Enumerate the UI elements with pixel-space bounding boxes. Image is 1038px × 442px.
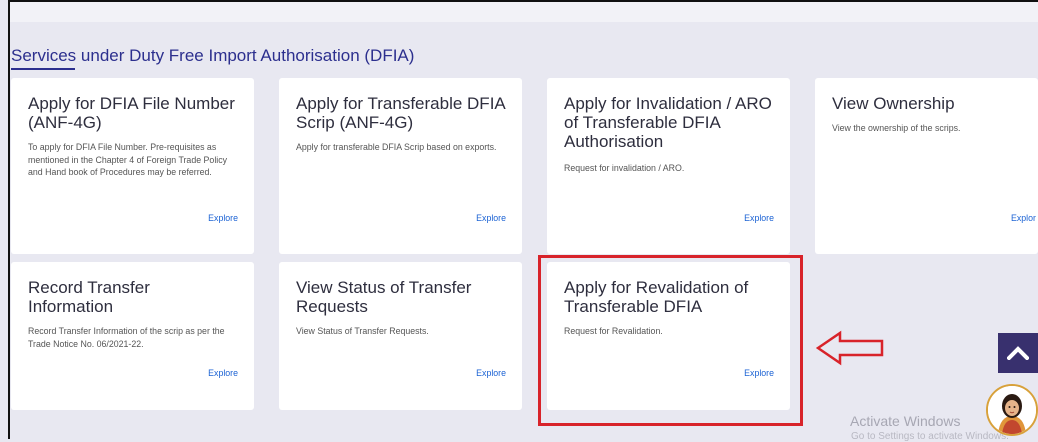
card-record-transfer-information[interactable]: Record Transfer Information Record Trans… — [11, 262, 254, 410]
explore-link[interactable]: Explore — [476, 368, 506, 378]
card-view-ownership[interactable]: View Ownership View the ownership of the… — [815, 78, 1038, 254]
card-title: Apply for Invalidation / ARO of Transfer… — [564, 94, 772, 151]
card-description: View Status of Transfer Requests. — [296, 326, 429, 336]
card-view-status-transfer-requests[interactable]: View Status of Transfer Requests View St… — [279, 262, 522, 410]
activate-windows-subtext: Go to Settings to activate Windows. — [851, 431, 1009, 442]
card-title: View Ownership — [832, 94, 955, 113]
section-title-underline — [11, 68, 75, 70]
highlight-box — [538, 255, 803, 426]
explore-link[interactable]: Explore — [208, 368, 238, 378]
card-apply-transferable-dfia-scrip[interactable]: Apply for Transferable DFIA Scrip (ANF-4… — [279, 78, 522, 254]
arrow-left-icon — [815, 330, 886, 371]
card-apply-invalidation-aro[interactable]: Apply for Invalidation / ARO of Transfer… — [547, 78, 790, 254]
card-description: Record Transfer Information of the scrip… — [28, 326, 225, 349]
assistant-avatar-icon[interactable] — [986, 384, 1038, 436]
section-title: Services under Duty Free Import Authoris… — [11, 46, 415, 65]
explore-link[interactable]: Explore — [208, 213, 238, 223]
card-apply-dfia-file-number[interactable]: Apply for DFIA File Number (ANF-4G) To a… — [11, 78, 254, 254]
card-description: View the ownership of the scrips. — [832, 123, 961, 133]
card-title: Record Transfer Information — [28, 278, 150, 316]
top-band — [10, 2, 1038, 22]
explore-link[interactable]: Explore — [744, 213, 774, 223]
explore-link[interactable]: Explor — [1011, 213, 1036, 223]
card-title: View Status of Transfer Requests — [296, 278, 472, 316]
card-description: To apply for DFIA File Number. Pre-requi… — [28, 142, 228, 177]
explore-link[interactable]: Explore — [476, 213, 506, 223]
card-description: Apply for transferable DFIA Scrip based … — [296, 142, 497, 152]
card-title: Apply for Transferable DFIA Scrip (ANF-4… — [296, 94, 505, 132]
scroll-to-top-button[interactable] — [998, 333, 1038, 373]
card-title: Apply for DFIA File Number (ANF-4G) — [28, 94, 235, 132]
chevron-up-icon — [1007, 346, 1029, 360]
card-description: Request for invalidation / ARO. — [564, 163, 685, 173]
activate-windows-watermark: Activate Windows — [850, 413, 961, 429]
